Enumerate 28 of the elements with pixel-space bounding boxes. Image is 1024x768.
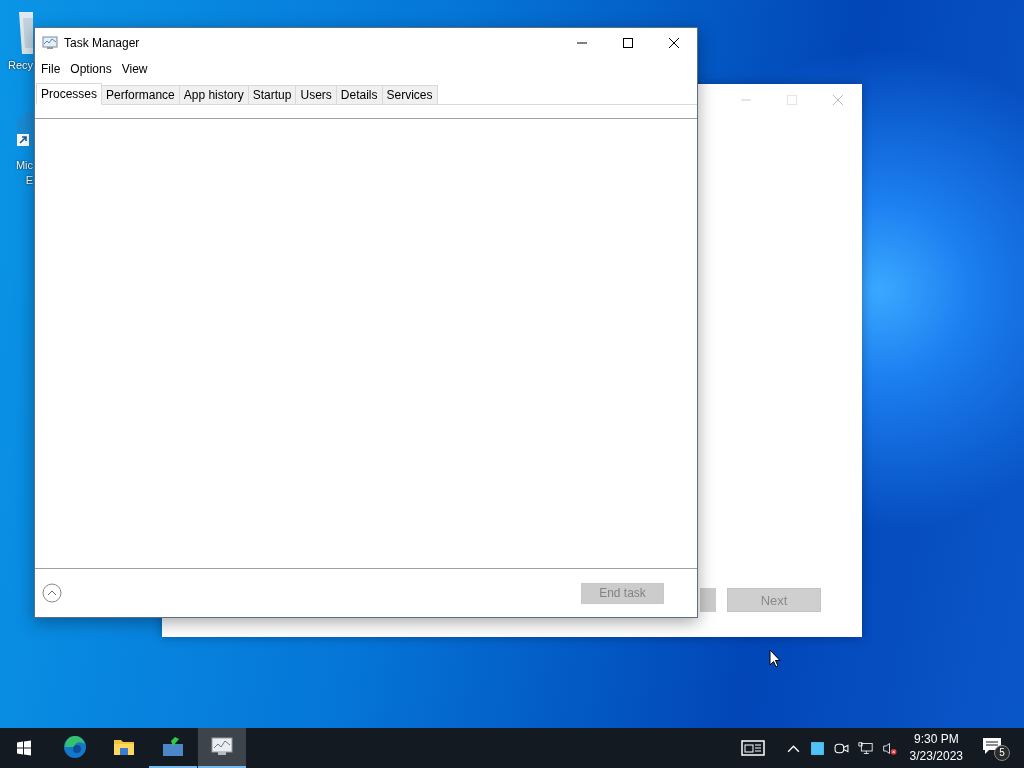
menu-item[interactable]: File (41, 62, 61, 76)
taskbar-app-button[interactable] (198, 728, 246, 768)
maximize-icon (622, 36, 634, 49)
monitor-chart-icon (42, 34, 58, 51)
network-icon[interactable] (857, 740, 873, 756)
tab[interactable]: Startup (247, 85, 297, 105)
tab[interactable]: Processes (36, 83, 103, 105)
collapse-icon[interactable] (42, 583, 62, 603)
windows-logo-icon (16, 740, 32, 756)
square-icon[interactable] (809, 740, 825, 756)
download-arrow-icon (161, 735, 185, 759)
notification-count: 5 (994, 745, 1010, 761)
close-icon (668, 36, 680, 49)
speaker-muted-icon[interactable] (881, 740, 897, 756)
edge-icon (63, 735, 87, 759)
tab[interactable]: Users (295, 85, 337, 105)
window-title: Task Manager (64, 35, 141, 50)
clock-date: 3/23/2023 (909, 748, 963, 765)
menu-item[interactable]: View (121, 62, 148, 76)
news-icon[interactable] (740, 740, 765, 756)
tab[interactable]: App history (178, 85, 249, 105)
menu-item[interactable]: Options (70, 62, 112, 76)
tab[interactable]: Details (335, 85, 383, 105)
tab[interactable]: Performance (101, 85, 180, 105)
clock-time: 9:30 PM (913, 731, 959, 748)
clock[interactable]: 9:30 PM 3/23/2023 (905, 731, 967, 765)
tab[interactable]: Services (381, 85, 438, 105)
mouse-pointer-icon (769, 649, 781, 669)
